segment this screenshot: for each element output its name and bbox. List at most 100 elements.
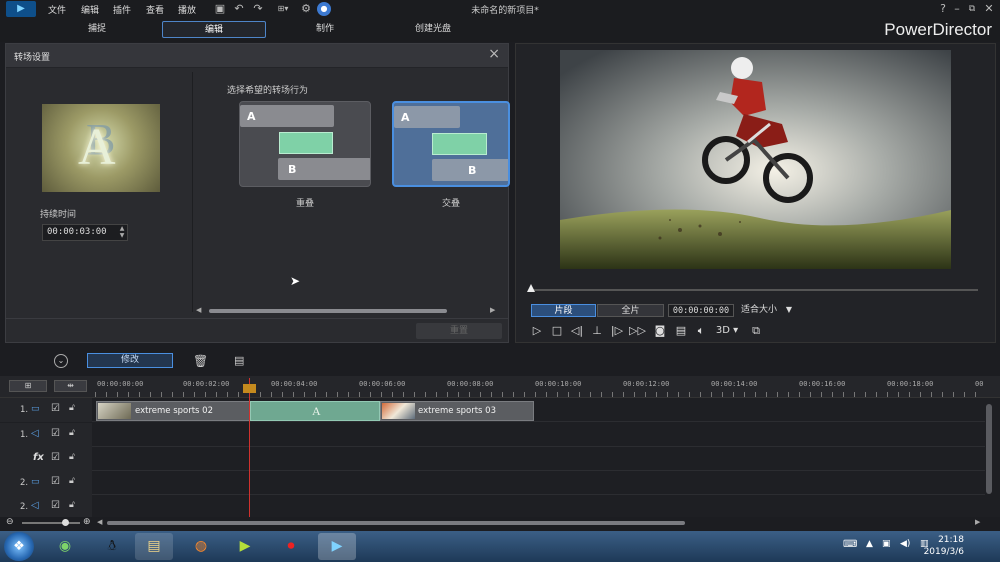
reset-button[interactable]: 重置 (416, 323, 502, 339)
help-icon[interactable]: ? (936, 2, 950, 16)
close-icon[interactable]: × (488, 46, 500, 62)
option-cross-label[interactable]: 交叠 (392, 196, 510, 209)
redo-icon[interactable]: ↷ (251, 2, 265, 16)
media-app-icon[interactable]: ▶ (226, 533, 264, 560)
option-overlap-label[interactable]: 重叠 (239, 196, 371, 209)
scroll-right-icon[interactable]: ▶ (975, 518, 980, 526)
tab-edit[interactable]: 编辑 (162, 21, 266, 38)
menu-playback[interactable]: 播放 (178, 3, 196, 16)
subtitle-icon[interactable]: ▤ (673, 324, 689, 338)
spin-down-icon[interactable]: ▼ (117, 232, 127, 239)
tab-produce[interactable]: 制作 (280, 21, 370, 38)
lock-icon[interactable]: 🔓︎ (69, 452, 75, 462)
panel-divider (192, 72, 193, 312)
zoom-select[interactable]: 适合大小 ▼ (738, 304, 800, 317)
transition-block[interactable]: A (250, 401, 380, 421)
previous-frame-icon[interactable]: ◁| (569, 324, 585, 338)
settings-icon[interactable]: ⚙ (299, 2, 313, 16)
transition-settings-panel: 转场设置 × B A 持续时间 00:00:03:00 ▲ ▼ 选择希望的转场行为… (5, 43, 510, 343)
scroll-left-icon[interactable]: ◀ (97, 518, 102, 526)
vertical-scrollbar[interactable] (986, 404, 992, 494)
display-icon[interactable]: ⊞▾ (272, 2, 294, 16)
duration-field[interactable]: 00:00:03:00 (42, 224, 128, 241)
snapshot-icon[interactable]: ◙ (652, 324, 668, 338)
playback-slider-track[interactable] (530, 289, 978, 291)
clip-mode-tab[interactable]: 片段 (531, 304, 596, 317)
zoom-slider-knob[interactable] (62, 519, 69, 526)
video-clip[interactable]: extreme sports 02 (96, 401, 251, 421)
lock-icon[interactable]: 🔓︎ (69, 403, 75, 413)
volume-icon[interactable]: ◀) (900, 539, 910, 549)
more-actions-icon[interactable]: ▤ (234, 354, 244, 367)
ruler-ticks (95, 392, 985, 397)
3d-mode-button[interactable]: 3D ▾ (712, 324, 742, 338)
stop-icon[interactable]: □ (549, 324, 565, 338)
enable-checkbox[interactable]: ☑ (51, 500, 60, 511)
close-icon[interactable]: ✕ (982, 2, 996, 16)
video-preview[interactable] (560, 50, 951, 269)
mark-in-icon[interactable]: ⊥ (589, 324, 605, 338)
zoom-slider[interactable] (22, 522, 80, 524)
undo-icon[interactable]: ↶ (232, 2, 246, 16)
minimize-icon[interactable]: – (950, 2, 964, 16)
undock-icon[interactable]: ⧉ (748, 324, 764, 338)
tab-create-disc[interactable]: 创建光盘 (388, 21, 478, 38)
horizontal-scrollbar[interactable] (209, 309, 447, 313)
spin-up-icon[interactable]: ▲ (117, 225, 127, 232)
timeline-horizontal-scrollbar[interactable] (107, 521, 685, 525)
option-overlap-card[interactable]: A B (239, 101, 371, 187)
menu-file[interactable]: 文件 (48, 3, 66, 16)
qq-icon[interactable]: 🐧︎ (93, 533, 131, 560)
fit-timeline-icon[interactable]: ⇹ (54, 380, 87, 392)
firefox-icon[interactable]: ◍ (182, 533, 220, 560)
enable-checkbox[interactable]: ☑ (51, 403, 60, 414)
zoom-in-icon[interactable]: ⊕ (83, 517, 91, 527)
zoom-out-icon[interactable]: ⊖ (6, 517, 14, 527)
collapse-icon[interactable]: ⌄ (54, 354, 68, 368)
enable-checkbox[interactable]: ☑ (51, 476, 60, 487)
playback-slider-knob[interactable] (527, 284, 535, 292)
chevron-down-icon: ▼ (785, 305, 793, 314)
option-cross-card[interactable]: A B (392, 101, 510, 187)
enable-checkbox[interactable]: ☑ (51, 428, 60, 439)
scroll-left-icon[interactable]: ◀ (196, 306, 201, 314)
360-browser-icon[interactable]: ◉ (46, 533, 84, 560)
lock-icon[interactable]: 🔓︎ (69, 476, 75, 486)
timecode-field[interactable]: 00:00:00:00 (668, 304, 734, 317)
modify-button[interactable]: 修改 (87, 353, 173, 368)
restore-icon[interactable]: ⧉ (965, 2, 979, 16)
menu-edit[interactable]: 编辑 (81, 3, 99, 16)
duration-spinner[interactable]: ▲ ▼ (117, 225, 127, 240)
track-manager-icon[interactable]: ⊞ (9, 380, 47, 392)
scroll-right-icon[interactable]: ▶ (490, 306, 495, 314)
powerdirector-taskbar-icon[interactable]: ▶ (318, 533, 356, 560)
save-icon[interactable]: ▣ (213, 2, 227, 16)
enable-checkbox[interactable]: ☑ (51, 452, 60, 463)
start-button[interactable]: ❖ (4, 532, 34, 561)
volume-icon[interactable]: 🔈︎ (693, 324, 709, 338)
video-clip[interactable]: extreme sports 03 (380, 401, 534, 421)
device-icon[interactable]: ▣ (882, 539, 891, 549)
timeline-ruler[interactable]: ⊞ ⇹ 00:00:00:00 00:00:02:00 00:00:04:00 … (0, 376, 1000, 398)
keyboard-icon[interactable]: ⌨ (843, 539, 857, 550)
play-icon[interactable]: ▷ (529, 324, 545, 338)
video-track-icon: ▭ (31, 404, 40, 414)
record-icon[interactable]: ⏺︎ (272, 533, 310, 560)
system-clock[interactable]: 21:18 2019/3/6 (924, 534, 964, 558)
menu-plugins[interactable]: 插件 (113, 3, 131, 16)
next-frame-icon[interactable]: |▷ (609, 324, 625, 338)
playhead-handle[interactable] (243, 384, 256, 393)
menu-view[interactable]: 查看 (146, 3, 164, 16)
delete-icon[interactable]: 🗑︎ (193, 354, 208, 368)
clip-label: extreme sports 03 (418, 406, 496, 416)
playhead-line[interactable] (249, 378, 250, 518)
account-icon[interactable]: ● (317, 2, 331, 16)
lock-icon[interactable]: 🔓︎ (69, 500, 75, 510)
lock-icon[interactable]: 🔓︎ (69, 428, 75, 438)
movie-mode-tab[interactable]: 全片 (597, 304, 664, 317)
ruler-tick-label: 00:00:00:00 (97, 380, 144, 388)
fast-forward-icon[interactable]: ▷▷ (629, 324, 646, 338)
tab-capture[interactable]: 捕捉 (52, 21, 142, 38)
tray-expand-icon[interactable]: ▲ (866, 539, 873, 549)
file-explorer-icon[interactable]: ▤ (135, 533, 173, 560)
